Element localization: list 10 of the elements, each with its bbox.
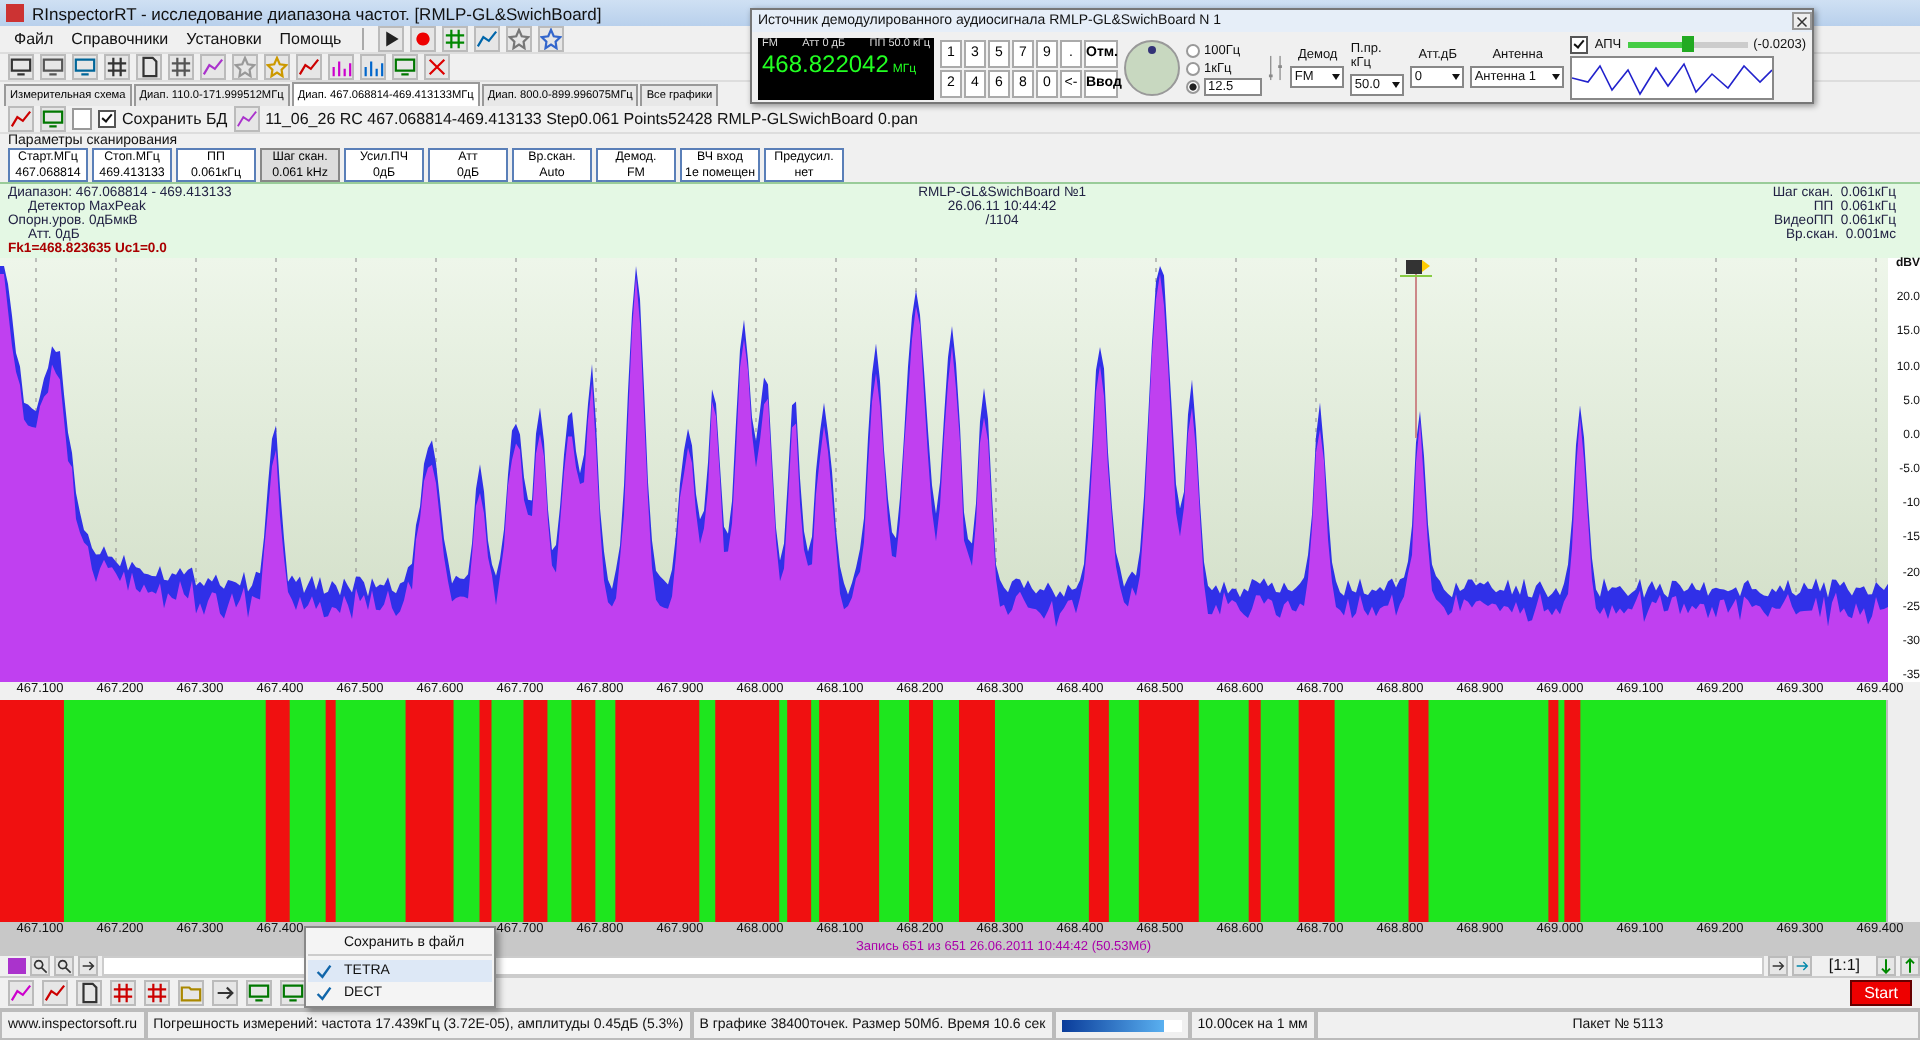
menu-item[interactable]: Справочники <box>65 30 175 49</box>
file-name: 11_06_26 RC 467.068814-469.413133 Step0.061 Points52428 RMLP-GLSwichBoard 0.pan <box>265 110 918 129</box>
start-button[interactable]: Start <box>1850 980 1912 1007</box>
menu-item[interactable]: Файл <box>8 30 60 49</box>
menu-item[interactable]: Помощь <box>273 30 348 49</box>
checkbox-label: Сохранить БД <box>122 110 228 129</box>
zoom-label: [1:1] <box>1826 956 1862 975</box>
frequency-value: 468.822042 <box>762 49 889 77</box>
window-title: RInspectorRT - исследование диапазона частот. [RMLP-GL&SwichBoard] <box>32 3 602 24</box>
menu-item[interactable]: Установки <box>180 30 268 49</box>
